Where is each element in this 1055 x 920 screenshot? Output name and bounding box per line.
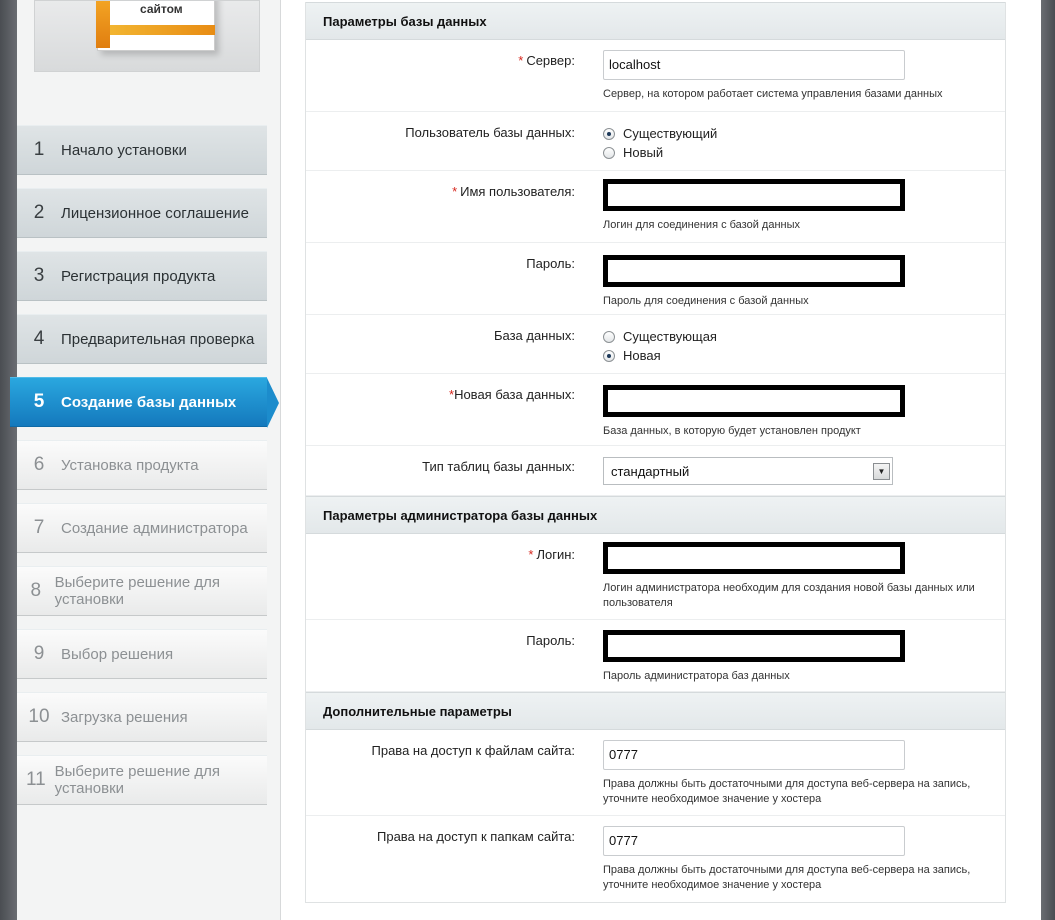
step-title: Выберите решение для установки bbox=[54, 763, 220, 797]
file-perms-input[interactable]: 0777 bbox=[603, 740, 905, 770]
required-mark: * bbox=[528, 547, 534, 562]
row-password: Пароль: Пароль для соединения с базой да… bbox=[306, 243, 1005, 315]
admin-password-label: Пароль: bbox=[526, 633, 575, 648]
step-6: 6 Установка продукта bbox=[17, 440, 267, 490]
step-5-active: 5 Создание базы данных bbox=[10, 377, 279, 428]
admin-login-hint: Логин администратора необходим для созда… bbox=[603, 582, 975, 609]
database-existing-option[interactable]: Существующая bbox=[603, 327, 1003, 346]
step-number: 3 bbox=[33, 265, 45, 286]
username-input-redacted[interactable] bbox=[603, 179, 905, 211]
step-number: 9 bbox=[33, 643, 45, 664]
step-title: Регистрация продукта bbox=[61, 267, 216, 285]
new-db-input-redacted[interactable] bbox=[603, 385, 905, 417]
step-title: Загрузка решения bbox=[61, 708, 188, 726]
step-10: 10 Загрузка решения bbox=[17, 692, 267, 742]
step-number: 4 bbox=[33, 328, 45, 349]
table-type-value: стандартный bbox=[611, 463, 690, 479]
db-user-existing-option[interactable]: Существующий bbox=[603, 124, 1003, 143]
table-type-label: Тип таблиц базы данных: bbox=[422, 459, 575, 474]
row-database: База данных: Существующая Новая bbox=[306, 315, 1005, 374]
row-server: * Сервер: localhost Сервер, на котором ра… bbox=[306, 40, 1005, 112]
step-number: 6 bbox=[33, 454, 45, 475]
row-admin-login: * Логин: Логин администратора необходим д… bbox=[306, 534, 1005, 620]
step-9: 9 Выбор решения bbox=[17, 629, 267, 679]
step-7: 7 Создание администратора bbox=[17, 503, 267, 553]
main-panel: Параметры базы данных * Сервер: localhost… bbox=[280, 0, 1041, 920]
product-box-3d: сайтом bbox=[96, 1, 215, 51]
admin-password-hint: Пароль администратора баз данных bbox=[603, 670, 790, 682]
dir-perms-label: Права на доступ к папкам сайта: bbox=[377, 829, 575, 844]
product-box-text: сайтом bbox=[140, 2, 183, 16]
step-title: Выберите решение для установки bbox=[54, 574, 220, 608]
step-number: 10 bbox=[28, 706, 50, 727]
window-frame-right bbox=[1041, 0, 1055, 920]
section-header-extra: Дополнительные параметры bbox=[306, 692, 1005, 730]
required-mark: * bbox=[452, 184, 458, 199]
step-number: 2 bbox=[33, 202, 45, 223]
dir-perms-hint: Права должны быть достаточными для досту… bbox=[603, 864, 971, 891]
new-db-label: *Новая база данных: bbox=[449, 387, 575, 402]
dir-perms-input[interactable]: 0777 bbox=[603, 826, 905, 856]
step-title: Лицензионное соглашение bbox=[61, 204, 249, 222]
required-mark: * bbox=[518, 53, 524, 68]
row-table-type: Тип таблиц базы данных: стандартный ▼ bbox=[306, 446, 1005, 496]
step-2: 2 Лицензионное соглашение bbox=[17, 188, 267, 238]
step-number: 7 bbox=[33, 517, 45, 538]
step-title: Начало установки bbox=[61, 141, 187, 159]
row-username: * Имя пользователя: Логин для соединения … bbox=[306, 171, 1005, 243]
password-input-redacted[interactable] bbox=[603, 255, 905, 287]
steps-sidebar: сайтом 1 Начало установки 2 Лицензионное… bbox=[10, 0, 280, 920]
step-title: Предварительная проверка bbox=[61, 330, 255, 348]
section-header-db: Параметры базы данных bbox=[306, 2, 1005, 40]
row-db-user: Пользователь базы данных: Существующий Н… bbox=[306, 112, 1005, 171]
db-user-new-option[interactable]: Новый bbox=[603, 143, 1003, 162]
admin-login-input-redacted[interactable] bbox=[603, 542, 905, 574]
row-new-db: *Новая база данных: База данных, в котор… bbox=[306, 374, 1005, 446]
step-title: Создание администратора bbox=[61, 519, 248, 537]
step-3: 3 Регистрация продукта bbox=[17, 251, 267, 301]
table-type-select[interactable]: стандартный ▼ bbox=[603, 457, 893, 485]
radio[interactable] bbox=[603, 146, 615, 159]
step-title: Установка продукта bbox=[61, 456, 199, 474]
step-number: 11 bbox=[25, 769, 46, 790]
dropdown-arrow-icon[interactable]: ▼ bbox=[873, 462, 890, 480]
row-dir-perms: Права на доступ к папкам сайта: 0777 Пра… bbox=[306, 816, 1005, 902]
admin-password-input-redacted[interactable] bbox=[603, 630, 905, 662]
radio-selected[interactable] bbox=[603, 127, 615, 140]
server-label: * Сервер: bbox=[518, 53, 575, 68]
step-1: 1 Начало установки bbox=[17, 125, 267, 175]
database-new-option[interactable]: Новая bbox=[603, 346, 1003, 365]
step-title: Выбор решения bbox=[61, 645, 174, 663]
product-box-image: сайтом bbox=[34, 0, 260, 72]
username-label: * Имя пользователя: bbox=[452, 184, 575, 199]
step-number: 8 bbox=[30, 580, 42, 601]
password-hint: Пароль для соединения с базой данных bbox=[603, 295, 809, 307]
server-input[interactable]: localhost bbox=[603, 50, 905, 80]
database-setup-form: Параметры базы данных * Сервер: localhost… bbox=[305, 2, 1006, 903]
password-label: Пароль: bbox=[526, 256, 575, 271]
username-hint: Логин для соединения с базой данных bbox=[603, 219, 801, 231]
step-title: Создание базы данных bbox=[61, 393, 237, 411]
step-number: 5 bbox=[33, 391, 45, 412]
new-db-hint: База данных, в которую будет установлен … bbox=[603, 425, 861, 437]
row-admin-password: Пароль: Пароль администратора баз данных bbox=[306, 620, 1005, 692]
server-hint: Сервер, на котором работает система упра… bbox=[603, 88, 943, 100]
row-file-perms: Права на доступ к файлам сайта: 0777 Пра… bbox=[306, 730, 1005, 816]
step-8: 8 Выберите решение для установки bbox=[17, 566, 267, 616]
db-user-label: Пользователь базы данных: bbox=[405, 125, 575, 140]
step-number: 1 bbox=[33, 139, 45, 160]
step-4: 4 Предварительная проверка bbox=[17, 314, 267, 364]
radio-selected[interactable] bbox=[603, 349, 615, 362]
step-11: 11 Выберите решение для установки bbox=[17, 755, 267, 805]
section-header-admin: Параметры администратора базы данных bbox=[306, 496, 1005, 534]
admin-login-label: * Логин: bbox=[528, 547, 575, 562]
radio[interactable] bbox=[603, 330, 615, 343]
file-perms-label: Права на доступ к файлам сайта: bbox=[371, 743, 576, 758]
file-perms-hint: Права должны быть достаточными для досту… bbox=[603, 778, 971, 805]
window-frame-left bbox=[0, 0, 17, 920]
database-label: База данных: bbox=[493, 328, 575, 343]
